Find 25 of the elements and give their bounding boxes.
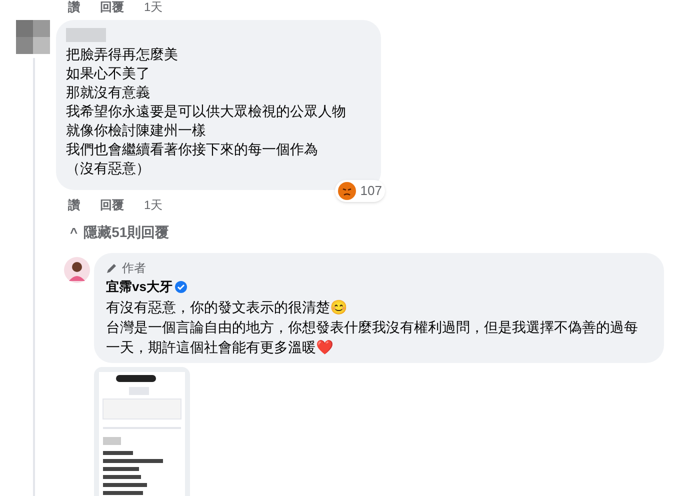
- reply-text: 有沒有惡意，你的發文表示的很清楚😊: [106, 298, 348, 316]
- comment-line: 我們也會繼續看著你接下來的每一個作為: [66, 140, 319, 159]
- pencil-icon: [106, 262, 118, 274]
- timestamp: 1天: [144, 0, 163, 14]
- commenter-name[interactable]: 宜霈vs大牙: [106, 277, 172, 296]
- comment-line: 如果心不美了: [66, 64, 151, 83]
- like-link[interactable]: 讚: [68, 0, 80, 14]
- comment-line: 把臉弄得再怎麼美: [66, 45, 179, 64]
- reply-link[interactable]: 回覆: [100, 0, 124, 14]
- avatar[interactable]: [64, 257, 90, 283]
- author-label: 作者: [122, 260, 146, 277]
- reaction-badge[interactable]: 107: [335, 180, 385, 202]
- collapse-icon[interactable]: ^: [70, 222, 78, 242]
- comment-line: 我希望你永遠要是可以供大眾檢視的公眾人物: [66, 102, 347, 121]
- reply-text: 台灣是一個言論自由的地方，你想發表什麼我沒有權利過問，但是我選擇不偽善的過每一天，期許這個社會能有更多溫暖❤: [106, 318, 639, 356]
- hide-replies-link[interactable]: 隱藏51則回覆: [84, 222, 170, 243]
- timestamp: 1天: [144, 197, 163, 214]
- comment-line: 就像你檢討陳建州一樣: [66, 121, 207, 140]
- comment-line: （沒有惡意）: [66, 159, 151, 178]
- blurred-name: [66, 28, 106, 42]
- angry-face-icon: [338, 182, 356, 200]
- comment-line: 那就沒有意義: [66, 83, 151, 102]
- like-link[interactable]: 讚: [68, 196, 80, 214]
- reply-link[interactable]: 回覆: [100, 196, 124, 214]
- reaction-count: 107: [360, 182, 382, 200]
